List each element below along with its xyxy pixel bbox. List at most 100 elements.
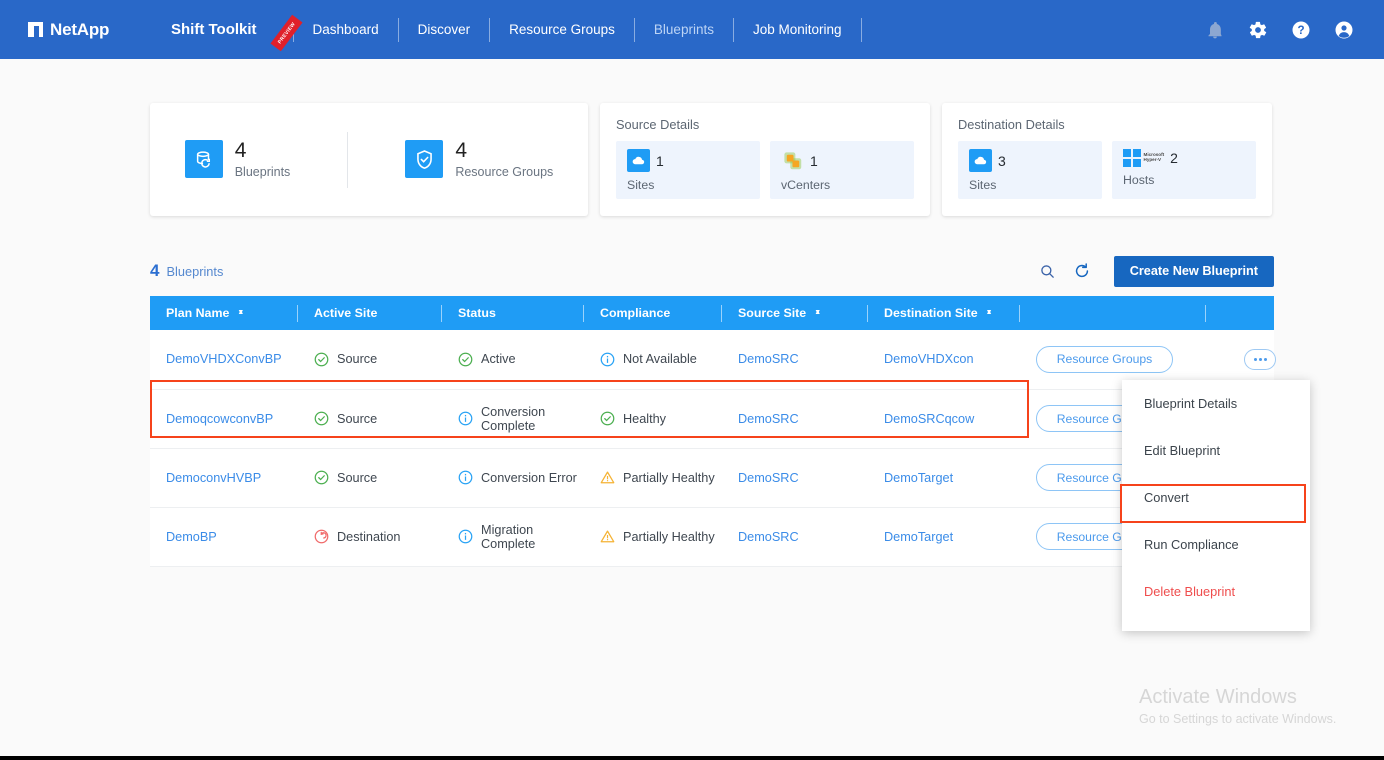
cell-destination-site: DemoTarget	[868, 448, 1020, 507]
bell-icon[interactable]	[1205, 20, 1225, 40]
compliance-text: Healthy	[623, 412, 666, 426]
active-site-text: Source	[337, 352, 377, 366]
destination-site-link[interactable]: DemoTarget	[884, 530, 953, 544]
table-toolbar: 4 Blueprints Create New Blueprint	[150, 246, 1274, 296]
blueprints-table: Plan Name ▲▼ Active Site Status	[150, 296, 1274, 567]
cloud-icon	[627, 149, 650, 172]
destination-sites-count: 3	[998, 153, 1006, 169]
microsoft-hyperv-icon: MicrosoftHyper-V	[1123, 149, 1164, 167]
table-row[interactable]: DemoqcowconvBP Source Conversion Complet…	[150, 389, 1274, 448]
nav-divider	[489, 18, 490, 42]
nav-item-resource-groups[interactable]: Resource Groups	[492, 22, 632, 37]
search-icon[interactable]	[1039, 263, 1056, 280]
table-row[interactable]: DemoVHDXConvBP Source Active Not Availab…	[150, 330, 1274, 389]
destination-tiles: 3 Sites MicrosoftHyper-V 2 Hosts	[958, 141, 1256, 199]
gear-icon[interactable]	[1248, 20, 1268, 40]
nav-item-job-monitoring[interactable]: Job Monitoring	[736, 22, 859, 37]
destination-hosts-tile[interactable]: MicrosoftHyper-V 2 Hosts	[1112, 141, 1256, 199]
column-header-plan-name[interactable]: Plan Name ▲▼	[150, 296, 298, 330]
info-circle-blue-icon	[458, 470, 473, 485]
destination-site-link[interactable]: DemoVHDXcon	[884, 352, 974, 366]
blueprint-count: 4	[150, 261, 159, 281]
menu-item-edit-blueprint[interactable]: Edit Blueprint	[1122, 427, 1310, 474]
nav-item-dashboard[interactable]: Dashboard	[296, 22, 396, 37]
active-site-text: Destination	[337, 530, 400, 544]
cell-destination-site: DemoTarget	[868, 507, 1020, 566]
active-site-text: Source	[337, 471, 377, 485]
card-divider	[347, 132, 348, 188]
cell-active-site: Source	[298, 448, 442, 507]
plan-name-link[interactable]: DemoconvHVBP	[166, 471, 261, 485]
menu-item-run-compliance[interactable]: Run Compliance	[1122, 521, 1310, 568]
help-icon[interactable]: ?	[1291, 20, 1311, 40]
source-vcenters-label: vCenters	[781, 178, 903, 192]
table-head: Plan Name ▲▼ Active Site Status	[150, 296, 1274, 330]
column-header-status[interactable]: Status	[442, 296, 584, 330]
cell-active-site: Destination	[298, 507, 442, 566]
source-site-link[interactable]: DemoSRC	[738, 471, 799, 485]
menu-item-convert[interactable]: Convert	[1122, 474, 1310, 521]
column-header-source-site[interactable]: Source Site ▲▼	[722, 296, 868, 330]
product-title: Shift Toolkit PREVIEW	[171, 21, 291, 38]
cell-status: Conversion Error	[442, 448, 584, 507]
source-site-link[interactable]: DemoSRC	[738, 530, 799, 544]
column-label: Source Site	[738, 306, 806, 320]
column-header-destination-site[interactable]: Destination Site ▲▼	[868, 296, 1020, 330]
menu-item-delete-blueprint[interactable]: Delete Blueprint	[1122, 568, 1310, 615]
source-details-title: Source Details	[616, 117, 914, 132]
status-text: Migration Complete	[481, 523, 584, 551]
nav-divider	[861, 18, 862, 42]
table-body: DemoVHDXConvBP Source Active Not Availab…	[150, 330, 1274, 566]
netapp-logo[interactable]: NetApp	[18, 20, 136, 40]
table-row[interactable]: DemoconvHVBP Source Conversion Error Par…	[150, 448, 1274, 507]
nav-items: Dashboard Discover Resource Groups Bluep…	[296, 18, 864, 42]
cell-active-site: Source	[298, 389, 442, 448]
watermark-title: Activate Windows	[1139, 686, 1336, 709]
cell-active-site: Source	[298, 330, 442, 389]
cell-compliance: Healthy	[584, 389, 722, 448]
cell-source-site: DemoSRC	[722, 507, 868, 566]
cell-status: Active	[442, 330, 584, 389]
source-vcenters-tile[interactable]: 1 vCenters	[770, 141, 914, 199]
info-circle-blue-icon	[600, 352, 615, 367]
ellipsis-icon[interactable]	[1244, 349, 1276, 370]
cell-plan-name: DemoVHDXConvBP	[150, 330, 298, 389]
resource-groups-label: Resource Groups	[455, 165, 553, 179]
plan-name-link[interactable]: DemoqcowconvBP	[166, 412, 273, 426]
warning-triangle-amber-icon	[600, 470, 615, 485]
svg-text:?: ?	[1297, 24, 1304, 37]
destination-details-card: Destination Details 3 Sites	[942, 103, 1272, 216]
menu-item-blueprint-details[interactable]: Blueprint Details	[1122, 380, 1310, 427]
check-circle-green-icon	[314, 352, 329, 367]
status-text: Conversion Complete	[481, 405, 584, 433]
status-text: Active	[481, 352, 516, 366]
cell-source-site: DemoSRC	[722, 330, 868, 389]
table-row[interactable]: DemoBP Destination Migration Complete Pa…	[150, 507, 1274, 566]
vmware-vcenter-icon	[781, 149, 804, 172]
source-site-link[interactable]: DemoSRC	[738, 412, 799, 426]
warning-triangle-amber-icon	[600, 529, 615, 544]
source-sites-tile[interactable]: 1 Sites	[616, 141, 760, 199]
source-site-link[interactable]: DemoSRC	[738, 352, 799, 366]
column-header-active-site[interactable]: Active Site	[298, 296, 442, 330]
nav-item-blueprints[interactable]: Blueprints	[637, 22, 731, 37]
destination-site-link[interactable]: DemoTarget	[884, 471, 953, 485]
blueprints-label: Blueprints	[235, 165, 291, 179]
cell-source-site: DemoSRC	[722, 448, 868, 507]
info-circle-blue-icon	[458, 411, 473, 426]
create-new-blueprint-button[interactable]: Create New Blueprint	[1114, 256, 1274, 287]
netapp-logo-icon	[28, 22, 43, 37]
refresh-icon[interactable]	[1073, 262, 1091, 280]
compliance-text: Not Available	[623, 352, 697, 366]
cell-destination-site: DemoVHDXcon	[868, 330, 1020, 389]
column-header-compliance[interactable]: Compliance	[584, 296, 722, 330]
account-icon[interactable]	[1334, 20, 1354, 40]
destination-sites-tile[interactable]: 3 Sites	[958, 141, 1102, 199]
cloud-icon	[969, 149, 992, 172]
blueprints-count: 4	[235, 140, 291, 162]
resource-groups-button[interactable]: Resource Groups	[1036, 346, 1173, 373]
plan-name-link[interactable]: DemoBP	[166, 530, 217, 544]
destination-site-link[interactable]: DemoSRCqcow	[884, 412, 974, 426]
nav-item-discover[interactable]: Discover	[401, 22, 488, 37]
plan-name-link[interactable]: DemoVHDXConvBP	[166, 352, 282, 366]
